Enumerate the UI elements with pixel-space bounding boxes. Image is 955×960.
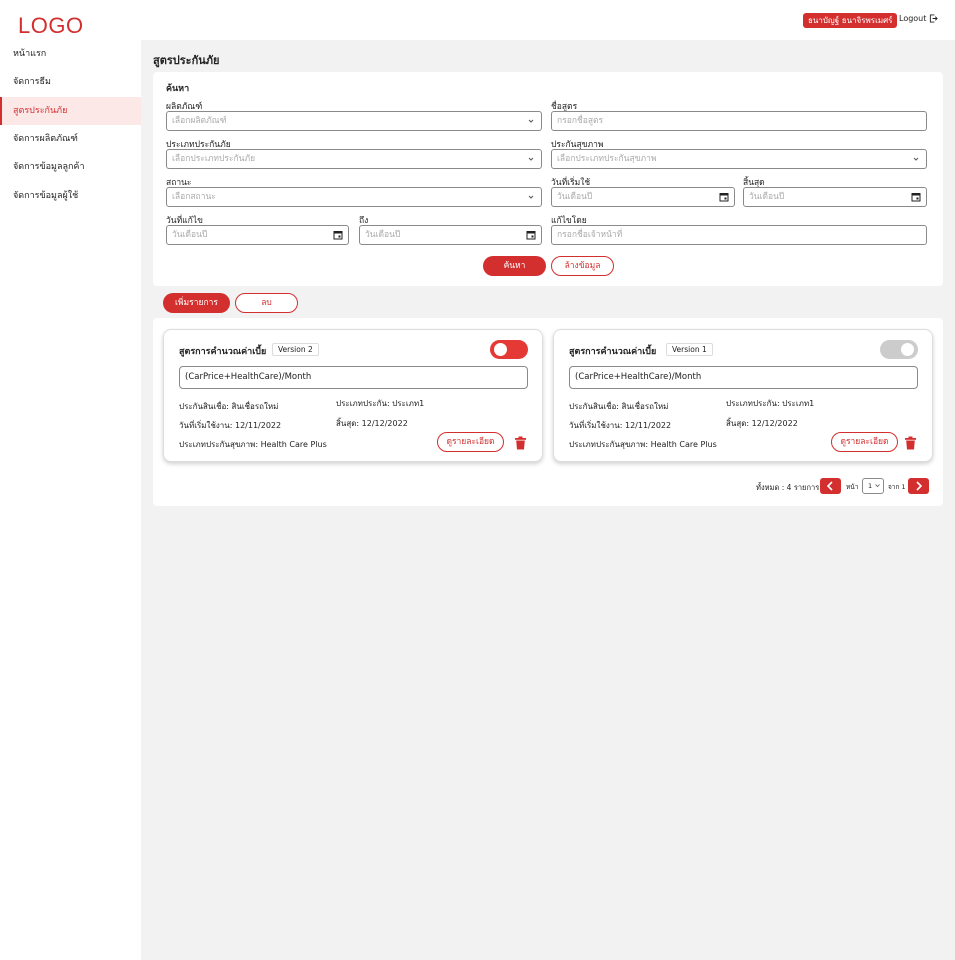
formula-field[interactable]: (CarPrice+HealthCare)/Month [179,366,528,389]
edited-by-input[interactable]: กรอกชื่อเจ้าหน้าที่ [551,225,927,245]
prev-page-button[interactable] [820,478,841,494]
health-type-text: ประเภทประกันสุขภาพ: Health Care Plus [569,440,717,449]
product-placeholder: เลือกผลิตภัณฑ์ [172,116,227,126]
edit-date-input[interactable]: วันเดือนปี [166,225,349,245]
top-bar: LOGO ธนาบัญฐ์ ธนาจิรพรเมศร์ Logout [0,0,955,40]
trash-icon[interactable] [514,436,527,450]
loan-insurance-text: ประกันสินเชื่อ: สินเชื่อรถใหม่ [179,402,279,411]
chevron-down-icon [528,157,534,161]
calendar-icon[interactable] [911,192,921,202]
insurance-type-text: ประเภทประกัน: ประเภท1 [726,399,815,408]
start-date-input[interactable]: วันเดือนปี [551,187,735,207]
sidebar-item-users[interactable]: จัดการข้อมูลผู้ใช้ [0,182,141,210]
toggle-knob [494,343,507,356]
end-date-placeholder: วันเดือนปี [749,192,785,202]
chevron-down-icon [528,119,534,123]
logout-icon [930,14,939,23]
sidebar-item-customers[interactable]: จัดการข้อมูลลูกค้า [0,153,141,181]
card-title: สูตรการคำนวณค่าเบี้ย [569,347,657,357]
chevron-down-icon [875,484,880,488]
formula-card: สูตรการคำนวณค่าเบี้ย Version 1 (CarPrice… [553,329,933,462]
chevron-left-icon [826,481,833,491]
clear-button[interactable]: ล้างข้อมูล [551,256,614,276]
calendar-icon[interactable] [333,230,343,240]
health-insurance-placeholder: เลือกประเภทประกันสุขภาพ [557,154,657,164]
sidebar-item-products[interactable]: จัดการผลิตภัณฑ์ [0,125,141,153]
card-title: สูตรการคำนวณค่าเบี้ย [179,347,267,357]
view-detail-button[interactable]: ดูรายละเอียด [831,432,898,452]
end-date-input[interactable]: วันเดือนปี [743,187,927,207]
toggle-knob [901,343,914,356]
logout-label: Logout [899,14,927,23]
page-title: สูตรประกันภัย [153,54,220,67]
status-select[interactable]: เลือกสถานะ [166,187,542,207]
edited-by-placeholder: กรอกชื่อเจ้าหน้าที่ [557,230,623,240]
chevron-down-icon [528,195,534,199]
logout-button[interactable]: Logout [899,14,939,23]
enable-toggle[interactable] [880,340,918,359]
trash-icon[interactable] [904,436,917,450]
insurance-type-placeholder: เลือกประเภทประกันภัย [172,154,256,164]
current-page: 1 [868,482,873,490]
of-pages-label: จาก 1 [888,483,906,491]
insurance-type-text: ประเภทประกัน: ประเภท1 [336,399,425,408]
user-name-badge[interactable]: ธนาบัญฐ์ ธนาจิรพรเมศร์ [803,13,898,28]
view-detail-button[interactable]: ดูรายละเอียด [437,432,504,452]
search-heading: ค้นหา [166,84,190,94]
edit-date-placeholder: วันเดือนปี [172,230,208,240]
next-page-button[interactable] [908,478,929,494]
version-badge: Version 2 [272,343,319,356]
start-date-text: วันที่เริ่มใช้งาน: 12/11/2022 [179,421,282,430]
search-panel: ค้นหา ผลิตภัณฑ์ เลือกผลิตภัณฑ์ ชื่อสูตร … [153,72,943,286]
formula-field[interactable]: (CarPrice+HealthCare)/Month [569,366,918,389]
start-date-text: วันที่เริ่มใช้งาน: 12/11/2022 [569,421,672,430]
calendar-icon[interactable] [526,230,536,240]
to-date-input[interactable]: วันเดือนปี [359,225,542,245]
pagination-total: ทั้งหมด : 4 รายการ [756,483,820,492]
sidebar-item-insurance-formula[interactable]: สูตรประกันภัย [0,97,141,125]
sidebar-item-home[interactable]: หน้าแรก [0,40,141,68]
start-date-placeholder: วันเดือนปี [557,192,593,202]
enable-toggle[interactable] [490,340,528,359]
to-date-placeholder: วันเดือนปี [365,230,401,240]
end-date-text: สิ้นสุด: 12/12/2022 [726,419,798,428]
calendar-icon[interactable] [719,192,729,202]
version-badge: Version 1 [666,343,713,356]
formula-name-placeholder: กรอกชื่อสูตร [557,116,604,126]
sidebar: หน้าแรก จัดการธีม สูตรประกันภัย จัดการผล… [0,40,141,960]
page-select[interactable]: 1 [862,478,884,494]
page-label: หน้า [846,483,859,491]
chevron-down-icon [913,157,919,161]
end-date-text: สิ้นสุด: 12/12/2022 [336,419,408,428]
logo: LOGO [18,13,84,38]
formula-name-input[interactable]: กรอกชื่อสูตร [551,111,927,131]
insurance-type-select[interactable]: เลือกประเภทประกันภัย [166,149,542,169]
sidebar-item-themes[interactable]: จัดการธีม [0,68,141,96]
health-type-text: ประเภทประกันสุขภาพ: Health Care Plus [179,440,327,449]
delete-button[interactable]: ลบ [235,293,298,313]
status-placeholder: เลือกสถานะ [172,192,216,202]
health-insurance-select[interactable]: เลือกประเภทประกันสุขภาพ [551,149,927,169]
formula-card: สูตรการคำนวณค่าเบี้ย Version 2 (CarPrice… [163,329,543,462]
loan-insurance-text: ประกันสินเชื่อ: สินเชื่อรถใหม่ [569,402,669,411]
add-item-button[interactable]: เพิ่มรายการ [163,293,230,313]
product-select[interactable]: เลือกผลิตภัณฑ์ [166,111,542,131]
search-button[interactable]: ค้นหา [483,256,546,276]
chevron-right-icon [916,481,923,491]
formula-list-panel: สูตรการคำนวณค่าเบี้ย Version 2 (CarPrice… [153,318,943,506]
